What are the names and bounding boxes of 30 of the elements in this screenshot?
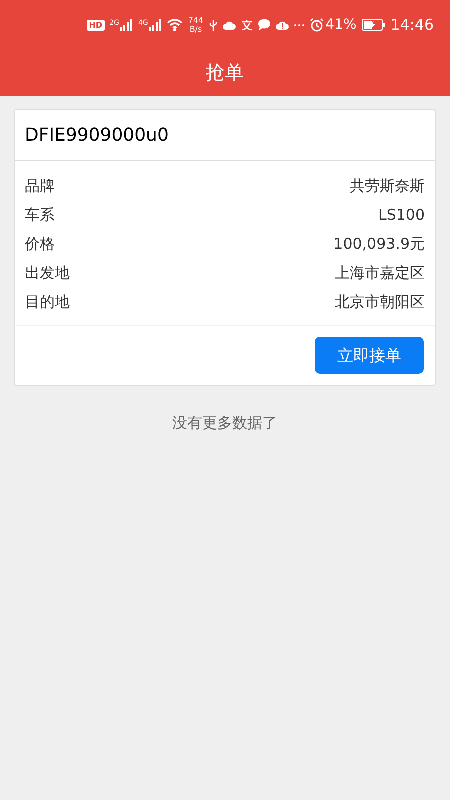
field-value: 共劳斯奈斯 — [350, 176, 425, 198]
clock-time: 14:46 — [390, 14, 434, 36]
field-label: 价格 — [25, 234, 55, 256]
no-more-data-text: 没有更多数据了 — [172, 413, 278, 434]
accept-order-button[interactable]: 立即接单 — [315, 337, 424, 374]
field-value: 100,093.9元 — [334, 234, 425, 256]
field-label: 车系 — [25, 205, 55, 226]
signal-icon — [119, 19, 134, 31]
field-value: 北京市朝阳区 — [335, 292, 425, 314]
signal-icon — [148, 19, 162, 31]
wifi-icon — [167, 19, 184, 31]
usb-icon — [208, 18, 218, 32]
field-value: 上海市嘉定区 — [335, 263, 425, 284]
battery-percent: 41% — [326, 16, 357, 34]
translate-icon — [240, 19, 253, 31]
more-icon — [294, 24, 305, 26]
field-label: 出发地 — [25, 263, 70, 284]
speed-value: 744 — [188, 16, 204, 25]
battery-icon — [362, 19, 386, 31]
hd-badge: HD — [87, 20, 105, 30]
field-value: LS100 — [378, 205, 425, 226]
alarm-icon — [310, 18, 324, 32]
chat-icon — [258, 19, 271, 31]
page-title: 抢单 — [206, 60, 244, 86]
cloud-alert-icon — [276, 20, 289, 30]
field-label: 品牌 — [25, 176, 55, 198]
field-label: 目的地 — [25, 292, 70, 314]
speed-unit: B/s — [190, 25, 202, 34]
cloud-icon — [222, 20, 236, 30]
order-code: DFIE9909000u0 — [25, 124, 169, 148]
